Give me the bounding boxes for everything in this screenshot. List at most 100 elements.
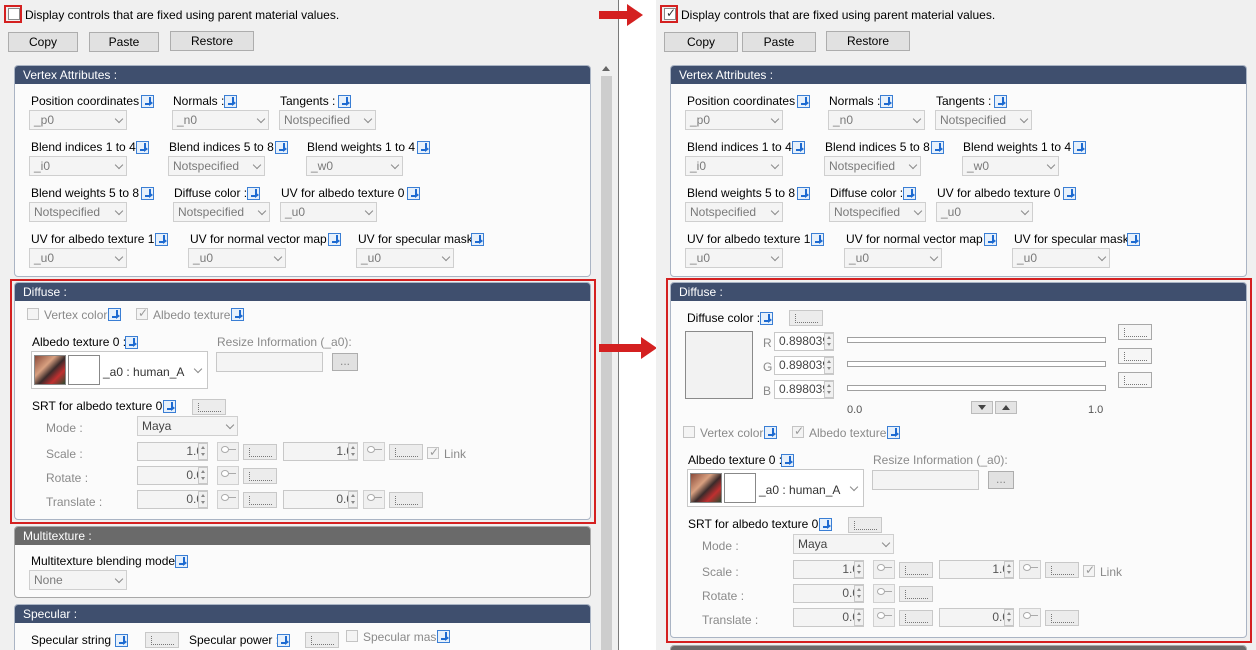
multitexture-section: Multitexture : Multitexture blending mod… <box>14 526 591 598</box>
arrow-icon <box>599 337 657 359</box>
chevron-down-icon <box>1046 160 1056 170</box>
uv-albedo-1-dropdown[interactable]: _u0 <box>29 248 127 268</box>
link-icon[interactable] <box>471 233 484 246</box>
paste-button[interactable]: Paste <box>89 32 159 52</box>
arrow-icon <box>599 4 643 26</box>
blend-weights-5-8-label: Blend weights 5 to 8 : <box>31 186 146 200</box>
position-dropdown[interactable]: _p0 <box>685 110 783 130</box>
link-icon[interactable] <box>1127 233 1140 246</box>
specular-section: Specular : Specular string : Specular po… <box>14 604 591 650</box>
uv-albedo-0-dropdown[interactable]: _u0 <box>280 202 377 222</box>
chevron-down-icon <box>912 114 922 124</box>
specular-mask-checkbox[interactable] <box>346 630 358 642</box>
link-icon[interactable] <box>811 233 824 246</box>
link-icon[interactable] <box>437 630 450 643</box>
link-icon[interactable] <box>994 95 1007 108</box>
diffuse-color-dropdown[interactable]: Notspecified <box>829 202 926 222</box>
tangents-dropdown[interactable]: Notspecified <box>279 110 376 130</box>
normals-dropdown[interactable]: _n0 <box>828 110 925 130</box>
link-icon[interactable] <box>797 187 810 200</box>
blend-weights-5-8-label: Blend weights 5 to 8 : <box>687 186 802 200</box>
uv-specular-dropdown[interactable]: _u0 <box>356 248 454 268</box>
link-icon[interactable] <box>141 187 154 200</box>
restore-button[interactable]: Restore <box>826 31 910 51</box>
vertex-attributes-section: Vertex Attributes : Position coordinates… <box>14 65 591 277</box>
blend-indices-1-4-dropdown[interactable]: _i0 <box>685 156 783 176</box>
restore-button[interactable]: Restore <box>170 31 254 51</box>
link-icon[interactable] <box>1073 141 1086 154</box>
uv-albedo-0-label: UV for albedo texture 0 : <box>937 186 1068 200</box>
chevron-down-icon <box>770 206 780 216</box>
chevron-down-icon <box>364 206 374 216</box>
scroll-up-icon[interactable] <box>602 66 610 71</box>
link-icon[interactable] <box>224 95 237 108</box>
uv-specular-dropdown[interactable]: _u0 <box>1012 248 1110 268</box>
link-icon[interactable] <box>338 95 351 108</box>
chevron-down-icon <box>770 160 780 170</box>
chevron-down-icon <box>1019 114 1029 124</box>
chevron-down-icon <box>390 160 400 170</box>
link-icon[interactable] <box>903 187 916 200</box>
link-icon[interactable] <box>115 634 128 647</box>
uv-specular-label: UV for specular mask : <box>358 232 480 246</box>
diffuse-color-label: Diffuse color : <box>830 186 904 200</box>
copy-button[interactable]: Copy <box>664 32 738 52</box>
panel-divider <box>618 0 619 650</box>
paste-button[interactable]: Paste <box>742 32 816 52</box>
link-icon[interactable] <box>792 141 805 154</box>
link-icon[interactable] <box>407 187 420 200</box>
blend-indices-5-8-dropdown[interactable]: Notspecified <box>824 156 921 176</box>
specular-string-label: Specular string : <box>31 633 118 647</box>
link-icon[interactable] <box>328 233 341 246</box>
blend-weights-5-8-dropdown[interactable]: Notspecified <box>685 202 783 222</box>
chevron-down-icon <box>929 252 939 262</box>
uv-albedo-0-dropdown[interactable]: _u0 <box>936 202 1033 222</box>
diffuse-color-dropdown[interactable]: Notspecified <box>173 202 270 222</box>
link-icon[interactable] <box>136 141 149 154</box>
link-icon[interactable] <box>175 555 188 568</box>
blend-indices-5-8-dropdown[interactable]: Notspecified <box>168 156 265 176</box>
blend-indices-1-4-dropdown[interactable]: _i0 <box>29 156 127 176</box>
chevron-down-icon <box>114 206 124 216</box>
blend-weights-5-8-dropdown[interactable]: Notspecified <box>29 202 127 222</box>
link-icon[interactable] <box>275 141 288 154</box>
scrollbar-thumb[interactable] <box>601 76 612 650</box>
position-dropdown[interactable]: _p0 <box>29 110 127 130</box>
chevron-down-icon <box>257 206 267 216</box>
link-icon[interactable] <box>984 233 997 246</box>
blend-weights-1-4-label: Blend weights 1 to 4 : <box>307 140 422 154</box>
tangents-dropdown[interactable]: Notspecified <box>935 110 1032 130</box>
blending-mode-dropdown[interactable]: None <box>29 570 127 590</box>
specular-mask-label: Specular mask <box>363 630 443 644</box>
chevron-down-icon <box>1097 252 1107 262</box>
copy-button[interactable]: Copy <box>8 32 78 52</box>
uv-albedo-1-dropdown[interactable]: _u0 <box>685 248 783 268</box>
multitexture-header: Multitexture : <box>15 527 590 545</box>
uv-normal-dropdown[interactable]: _u0 <box>844 248 942 268</box>
specular-string-menu[interactable] <box>145 632 179 648</box>
left-scrollbar[interactable] <box>599 62 614 650</box>
link-icon[interactable] <box>880 95 893 108</box>
vertex-attributes-header: Vertex Attributes : <box>671 66 1246 84</box>
diffuse-highlight <box>10 279 596 524</box>
link-icon[interactable] <box>277 634 290 647</box>
chevron-down-icon <box>1020 206 1030 216</box>
uv-normal-dropdown[interactable]: _u0 <box>188 248 286 268</box>
right-panel: ✓ Display controls that are fixed using … <box>656 0 1256 650</box>
link-icon[interactable] <box>797 95 810 108</box>
blending-mode-label: Multitexture blending mode : <box>31 554 182 568</box>
normals-dropdown[interactable]: _n0 <box>172 110 269 130</box>
link-icon[interactable] <box>247 187 260 200</box>
link-icon[interactable] <box>1063 187 1076 200</box>
link-icon[interactable] <box>931 141 944 154</box>
chevron-down-icon <box>363 114 373 124</box>
specular-power-menu[interactable] <box>305 632 339 648</box>
blend-weights-1-4-dropdown[interactable]: _w0 <box>962 156 1059 176</box>
blend-weights-1-4-dropdown[interactable]: _w0 <box>306 156 403 176</box>
link-icon[interactable] <box>155 233 168 246</box>
link-icon[interactable] <box>417 141 430 154</box>
display-fixed-label: Display controls that are fixed using pa… <box>681 8 996 22</box>
link-icon[interactable] <box>141 95 154 108</box>
multitexture-header <box>671 646 1246 650</box>
diffuse-highlight <box>666 278 1252 643</box>
